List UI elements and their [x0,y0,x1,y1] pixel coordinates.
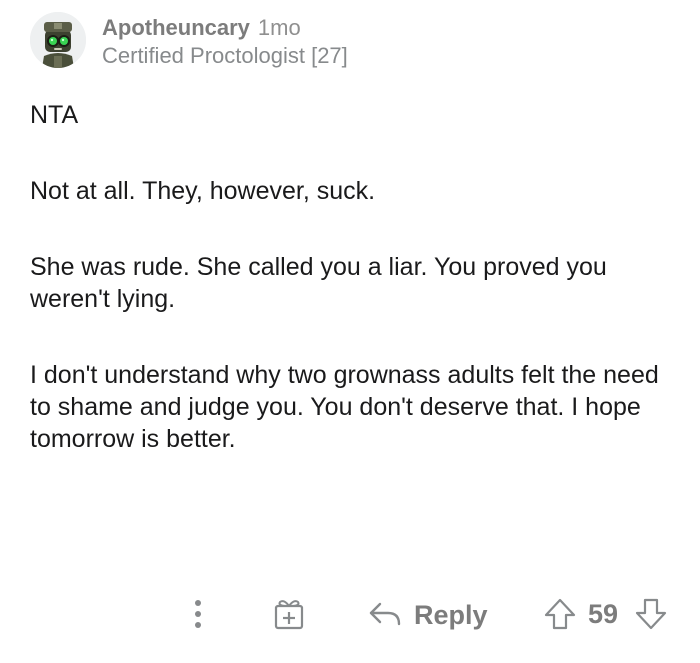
comment-paragraph: NTA [30,101,79,129]
avatar-image [30,12,86,68]
vote-score: 59 [588,599,619,629]
comment-body: NTA Not at all. They, however, suck. She… [30,99,680,455]
downvote-arrow-icon [635,598,667,630]
comment-paragraph: I don't understand why two grownass adul… [30,361,659,453]
reply-button[interactable]: Reply [368,595,488,635]
downvote-button[interactable] [634,597,668,631]
more-options-button[interactable] [186,596,210,632]
reply-label: Reply [414,600,488,630]
upvote-button[interactable] [543,597,577,631]
comment: Apotheuncary 1mo Certified Proctologist [… [0,0,700,663]
reply-arrow-icon [369,602,401,626]
username[interactable]: Apotheuncary [102,15,250,40]
comment-header: Apotheuncary 1mo Certified Proctologist [… [30,12,348,69]
vertical-dots-icon [195,600,201,628]
upvote-arrow-icon [544,598,576,630]
comment-age: 1mo [257,15,301,40]
comment-meta: Apotheuncary 1mo Certified Proctologist [… [102,15,348,69]
comment-paragraph: Not at all. They, however, suck. [30,177,376,205]
meta-line: Apotheuncary 1mo [102,15,348,41]
comment-actions: Reply 59 [0,592,700,638]
award-button[interactable] [272,597,306,631]
avatar[interactable] [30,12,86,68]
user-flair: Certified Proctologist [27] [102,43,348,68]
comment-paragraph: She was rude. She called you a liar. You… [30,253,607,313]
gift-award-icon [274,600,304,630]
